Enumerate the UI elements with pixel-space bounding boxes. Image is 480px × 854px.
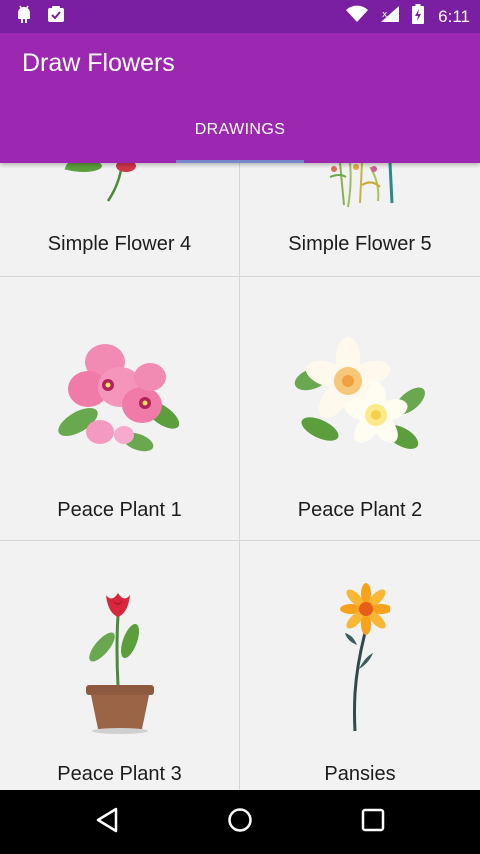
drawings-grid: Simple Flower 4 Simple Flower 5 Peace Pl… bbox=[0, 163, 480, 790]
status-left bbox=[14, 4, 66, 29]
drawing-label: Peace Plant 2 bbox=[297, 499, 423, 521]
tab-indicator bbox=[176, 160, 304, 163]
home-button[interactable] bbox=[210, 797, 270, 847]
drawing-card[interactable]: Pansies bbox=[240, 541, 480, 790]
status-bar: x 6:11 bbox=[0, 0, 480, 33]
home-icon bbox=[226, 806, 254, 839]
drawing-label: Simple Flower 4 bbox=[47, 233, 192, 255]
drawing-card[interactable]: Peace Plant 2 bbox=[240, 277, 480, 541]
app-title: Draw Flowers bbox=[22, 49, 175, 77]
clipboard-icon bbox=[46, 4, 66, 29]
svg-text:x: x bbox=[382, 10, 388, 20]
drawing-label: Pansies bbox=[324, 763, 396, 785]
wildflowers-icon bbox=[300, 163, 420, 213]
orchid-icon bbox=[50, 337, 190, 457]
simple-flower-icon bbox=[60, 163, 180, 203]
recents-icon bbox=[360, 807, 386, 838]
drawing-card[interactable]: Simple Flower 5 bbox=[240, 163, 480, 277]
drawing-card[interactable]: Simple Flower 4 bbox=[0, 163, 240, 277]
potted-tulip-icon bbox=[80, 589, 160, 734]
status-time: 6:11 bbox=[438, 6, 470, 26]
drawing-label: Simple Flower 5 bbox=[288, 233, 432, 255]
wifi-icon bbox=[346, 5, 369, 28]
sunflower-icon bbox=[335, 583, 392, 733]
status-right: x 6:11 bbox=[346, 4, 470, 29]
drawing-label: Peace Plant 1 bbox=[57, 499, 182, 521]
battery-icon bbox=[412, 4, 425, 29]
recents-button[interactable] bbox=[343, 797, 403, 847]
back-button[interactable] bbox=[77, 797, 137, 847]
plumeria-icon bbox=[290, 329, 430, 459]
android-icon bbox=[14, 4, 34, 29]
tab-drawings[interactable]: DRAWINGS bbox=[0, 121, 480, 139]
drawing-card[interactable]: Peace Plant 1 bbox=[0, 277, 240, 541]
signal-icon: x bbox=[380, 5, 400, 28]
back-icon bbox=[94, 806, 120, 839]
app-bar: Draw Flowers DRAWINGS bbox=[0, 33, 480, 163]
drawing-label: Peace Plant 3 bbox=[57, 763, 182, 785]
drawing-card[interactable]: Peace Plant 3 bbox=[0, 541, 240, 790]
navigation-bar bbox=[0, 790, 480, 854]
